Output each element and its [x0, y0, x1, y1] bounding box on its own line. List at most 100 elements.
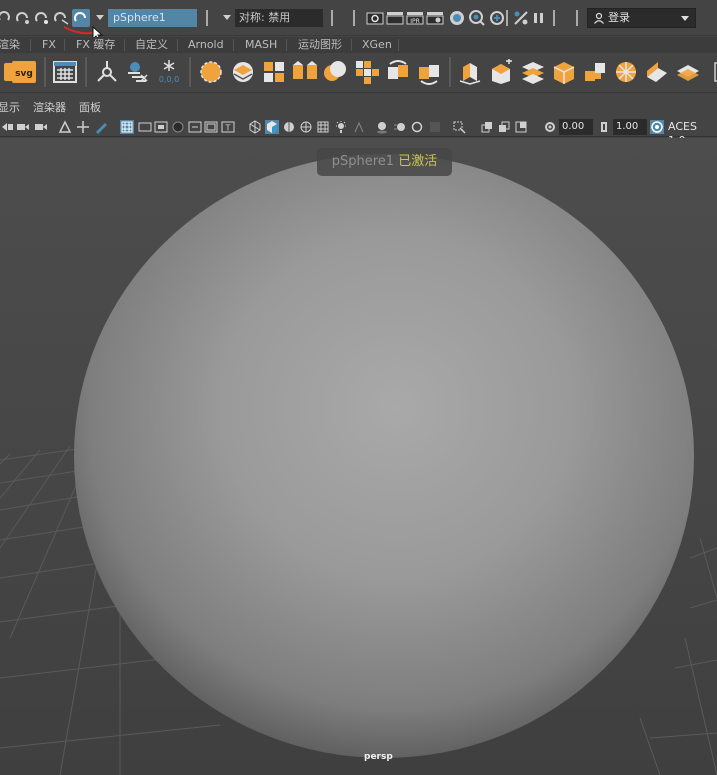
svg-text:IPR: IPR: [410, 18, 420, 25]
snap-point-icon[interactable]: [33, 9, 51, 27]
use-all-lights-icon[interactable]: [334, 120, 348, 134]
twod-pan-zoom-icon[interactable]: [76, 120, 90, 134]
boolean-icon[interactable]: [322, 59, 348, 85]
select-camera-icon[interactable]: [0, 120, 14, 134]
grid-layout-icon[interactable]: [52, 59, 78, 85]
shelf-tab-bar: 渲染 FX FX 缓存 自定义 Arnold MASH 运动图形 XGen: [0, 37, 717, 53]
snap-curve-icon[interactable]: [14, 9, 32, 27]
ipr-render-icon[interactable]: IPR: [406, 9, 424, 27]
panel-toolbar: T 0.00 1.00 ACES 1.0: [0, 117, 717, 147]
render-frame-icon[interactable]: [386, 9, 404, 27]
separator-icon: [352, 10, 356, 26]
sphere-mesh: [74, 154, 694, 758]
motion-blur-icon[interactable]: [393, 120, 407, 134]
render-settings-icon[interactable]: [426, 9, 444, 27]
chevron-down-icon[interactable]: [223, 15, 231, 21]
svg-icon[interactable]: svg: [11, 59, 37, 85]
symmetry-field[interactable]: 对称: 禁用: [235, 9, 323, 27]
user-icon: [594, 12, 604, 24]
render-setup-icon[interactable]: [468, 9, 486, 27]
depth-of-field-icon[interactable]: [428, 120, 442, 134]
isolate-select-icon[interactable]: [452, 120, 466, 134]
separate-icon[interactable]: [292, 59, 318, 85]
safe-action-icon[interactable]: [204, 120, 218, 134]
safe-title-icon[interactable]: T: [221, 120, 235, 134]
mirror-icon[interactable]: [385, 59, 411, 85]
gate-mask-icon[interactable]: [171, 120, 185, 134]
menu-show[interactable]: 显示: [0, 100, 20, 116]
ground-grid: [0, 154, 717, 775]
sculpt-icon[interactable]: [230, 59, 256, 85]
camera-name-label: persp: [364, 752, 393, 762]
tab-fx[interactable]: FX: [42, 37, 56, 53]
exposure-icon[interactable]: [543, 120, 557, 134]
tab-xgen[interactable]: XGen: [362, 37, 392, 53]
login-label: 登录: [608, 11, 630, 24]
smooth-proxy-icon[interactable]: [416, 59, 442, 85]
textured-icon[interactable]: [316, 120, 330, 134]
render-view-icon[interactable]: [366, 9, 384, 27]
menu-renderer[interactable]: 渲染器: [33, 100, 66, 116]
bridge-icon[interactable]: [520, 59, 546, 85]
backface-cull-icon[interactable]: [514, 120, 528, 134]
field-chart-icon[interactable]: [188, 120, 202, 134]
tab-mash[interactable]: MASH: [245, 37, 277, 53]
reset-transform-icon[interactable]: 0,0,0: [156, 59, 182, 85]
bookmarks-icon[interactable]: [34, 120, 48, 134]
append-polygon-icon[interactable]: [551, 59, 577, 85]
view-transform-icon[interactable]: [650, 120, 664, 134]
scroll-shelf-icon[interactable]: [706, 59, 717, 85]
exposure-field[interactable]: 0.00: [559, 119, 593, 135]
gamma-field[interactable]: 1.00: [613, 119, 647, 135]
xray-joints-icon[interactable]: [480, 120, 494, 134]
target-weld-icon[interactable]: [644, 59, 670, 85]
hud-message: pSphere1 已激活: [317, 148, 452, 176]
gamma-icon[interactable]: [597, 120, 611, 134]
film-gate-icon[interactable]: [138, 120, 152, 134]
combine-icon[interactable]: [261, 59, 287, 85]
viewport-persp[interactable]: pSphere1 已激活 persp: [0, 138, 717, 775]
multi-cut-icon[interactable]: [613, 59, 639, 85]
object-name-field[interactable]: pSphere1: [108, 9, 197, 27]
camera-attributes-icon[interactable]: [16, 120, 30, 134]
tab-rendering[interactable]: 渲染: [0, 37, 20, 53]
grease-pencil-icon[interactable]: [94, 120, 108, 134]
fill-hole-icon[interactable]: [582, 59, 608, 85]
wireframe-on-shaded-icon[interactable]: [282, 120, 296, 134]
insert-edge-loop-icon[interactable]: [675, 59, 701, 85]
shelf: svg 0,0,0: [0, 53, 717, 93]
image-plane-icon[interactable]: [58, 120, 72, 134]
screen-space-ao-icon[interactable]: [375, 120, 389, 134]
freeze-transform-icon[interactable]: [124, 59, 150, 85]
wireframe-icon[interactable]: [248, 120, 262, 134]
extract-icon[interactable]: [354, 59, 380, 85]
svg-text:T: T: [225, 124, 231, 133]
resolution-gate-icon[interactable]: [154, 120, 168, 134]
bevel-icon[interactable]: [488, 59, 514, 85]
tab-custom[interactable]: 自定义: [135, 37, 168, 53]
login-dropdown[interactable]: 登录: [587, 8, 696, 28]
anti-aliasing-icon[interactable]: [410, 120, 424, 134]
shadows-icon[interactable]: [352, 120, 366, 134]
snap-grid-icon[interactable]: [0, 9, 14, 27]
light-editor-icon[interactable]: [488, 9, 506, 27]
toggle-tools-icon[interactable]: [512, 9, 530, 27]
extrude-icon[interactable]: [457, 59, 483, 85]
xray-icon[interactable]: [299, 120, 313, 134]
separator-icon: [575, 10, 579, 26]
hud-status: 已激活: [398, 154, 438, 169]
xray-active-icon[interactable]: [497, 120, 511, 134]
hypershade-icon[interactable]: [448, 9, 466, 27]
tab-motion-graphics[interactable]: 运动图形: [298, 37, 342, 53]
coords-label: 0,0,0: [159, 75, 179, 84]
smooth-shade-icon[interactable]: [265, 120, 279, 134]
chevron-down-icon[interactable]: [96, 15, 104, 21]
grid-toggle-icon[interactable]: [120, 120, 134, 134]
pause-icon[interactable]: [530, 9, 548, 27]
smooth-mesh-icon[interactable]: [198, 59, 224, 85]
menu-panels[interactable]: 面板: [79, 100, 101, 116]
separator-icon: [505, 10, 509, 26]
snap-align-icon[interactable]: [94, 59, 120, 85]
tab-fx-cache[interactable]: FX 缓存: [76, 37, 115, 53]
tab-arnold[interactable]: Arnold: [188, 37, 224, 53]
